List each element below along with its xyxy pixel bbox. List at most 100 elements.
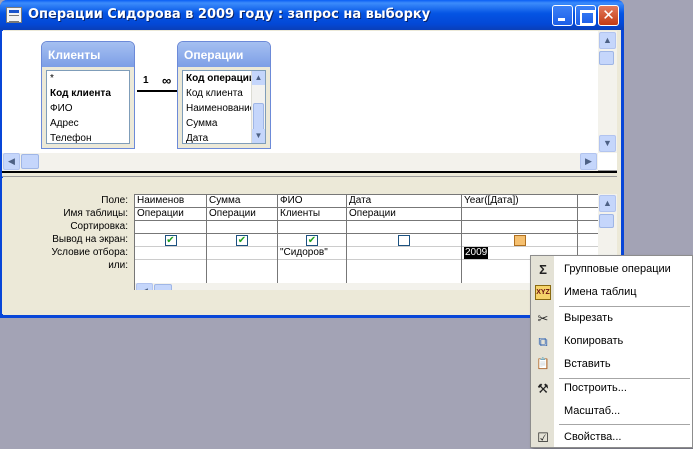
grid-field-cell[interactable]: Наименов	[135, 195, 206, 208]
scroll-left-icon[interactable]: ◀	[3, 153, 20, 170]
grid-column-2[interactable]: Сумма Операции ✔	[207, 195, 278, 283]
scroll-thumb[interactable]	[21, 154, 39, 169]
menu-item-totals[interactable]: Σ Групповые операции	[531, 258, 692, 281]
menu-separator	[559, 424, 690, 425]
maximize-button[interactable]	[575, 5, 596, 26]
xyz-table-names-icon: XYZ	[535, 285, 551, 300]
scroll-left-icon[interactable]: ◀	[136, 283, 153, 290]
scroll-up-icon[interactable]: ▲	[599, 195, 616, 212]
grid-column-4[interactable]: Дата Операции	[347, 195, 462, 283]
scroll-thumb[interactable]	[599, 214, 614, 228]
grid-hscrollbar[interactable]: ◀	[135, 283, 535, 290]
table-box-title[interactable]: Клиенты	[42, 42, 134, 67]
grid-field-cell[interactable]: Сумма	[207, 195, 277, 208]
grid-sort-cell[interactable]	[578, 221, 598, 234]
menu-item-properties[interactable]: ☑ Свойства...	[531, 426, 692, 449]
relation-many-label: ∞	[162, 73, 172, 88]
scroll-thumb[interactable]	[599, 51, 614, 65]
field-item[interactable]: ФИО	[47, 101, 129, 116]
field-item[interactable]: Адрес	[47, 116, 129, 131]
grid-table-cell[interactable]: Операции	[347, 208, 461, 221]
show-checkbox[interactable]	[513, 235, 526, 246]
menu-item-label: Построить...	[564, 382, 627, 394]
menu-item-zoom[interactable]: Масштаб...	[531, 400, 692, 423]
grid-sort-cell[interactable]	[135, 221, 206, 234]
menu-item-copy[interactable]: ⧉ Копировать	[531, 330, 692, 353]
menu-item-table-names[interactable]: XYZ Имена таблиц	[531, 281, 692, 304]
design-pane-vscrollbar[interactable]: ▲ ▼	[598, 31, 617, 153]
scroll-thumb[interactable]	[253, 103, 264, 131]
scroll-thumb[interactable]	[154, 284, 172, 290]
grid-sort-cell[interactable]	[278, 221, 346, 234]
design-pane-hscrollbar[interactable]: ◀ ▶	[2, 153, 598, 171]
selected-criteria-text[interactable]: 2009	[464, 247, 489, 259]
paste-icon: 📋	[536, 358, 550, 370]
grid-table-cell[interactable]	[462, 208, 577, 221]
grid-column-3[interactable]: ФИО Клиенты ✔ "Сидоров"	[278, 195, 347, 283]
field-list[interactable]: Код операции Код клиента Наименование Су…	[182, 70, 266, 144]
show-checkbox[interactable]: ✔	[236, 235, 248, 246]
query-grid-pane: Поле: Имя таблицы: Сортировка: Вывод на …	[2, 178, 617, 314]
grid-or-cell[interactable]	[207, 260, 277, 273]
grid-show-cell	[578, 234, 598, 247]
scroll-down-icon[interactable]: ▼	[599, 135, 616, 152]
grid-table-cell[interactable]: Операции	[207, 208, 277, 221]
table-design-pane[interactable]: Клиенты * Код клиента ФИО Адрес Телефон …	[2, 31, 617, 171]
field-item[interactable]: *	[47, 71, 129, 86]
grid-criteria-cell[interactable]	[207, 247, 277, 260]
scroll-up-icon[interactable]: ▲	[599, 32, 616, 49]
grid-field-cell[interactable]: Year([Дата])	[462, 195, 577, 208]
grid-field-cell[interactable]: Дата	[347, 195, 461, 208]
context-menu: Σ Групповые операции XYZ Имена таблиц ✂ …	[530, 255, 693, 448]
grid-sort-cell[interactable]	[347, 221, 461, 234]
table-box-operations[interactable]: Операции Код операции Код клиента Наимен…	[177, 41, 271, 149]
grid-show-cell: ✔	[207, 234, 277, 247]
pane-splitter[interactable]	[2, 171, 617, 177]
table-box-title[interactable]: Операции	[178, 42, 270, 67]
grid-field-cell[interactable]: ФИО	[278, 195, 346, 208]
field-list[interactable]: * Код клиента ФИО Адрес Телефон	[46, 70, 130, 144]
grid-column-1[interactable]: Наименов Операции ✔	[135, 195, 207, 283]
show-checkbox[interactable]: ✔	[164, 235, 177, 246]
row-label-field: Поле:	[101, 195, 128, 206]
grid-table-cell[interactable]: Клиенты	[278, 208, 346, 221]
grid-or-cell[interactable]	[278, 260, 346, 273]
field-item[interactable]: Телефон	[47, 131, 129, 143]
row-label-criteria: Условие отбора:	[51, 247, 128, 258]
grid-or-cell[interactable]	[135, 260, 206, 273]
scroll-right-icon[interactable]: ▶	[580, 153, 597, 170]
show-checkbox[interactable]	[398, 235, 410, 246]
menu-item-paste[interactable]: 📋 Вставить	[531, 353, 692, 376]
menu-item-cut[interactable]: ✂ Вырезать	[531, 307, 692, 330]
copy-icon: ⧉	[538, 334, 548, 349]
close-button[interactable]: ✕	[598, 5, 619, 26]
grid-show-cell: ✔	[278, 234, 346, 247]
relation-one-label: 1	[143, 75, 149, 86]
minimize-button[interactable]	[552, 5, 573, 26]
relationship-line[interactable]	[137, 90, 179, 92]
show-checkbox[interactable]: ✔	[306, 235, 318, 246]
zoom-icon	[535, 404, 551, 419]
row-label-sort: Сортировка:	[70, 221, 128, 232]
query-design-grid[interactable]: Наименов Операции ✔ Сумма Операции ✔ ФИО…	[134, 194, 598, 290]
table-box-clients[interactable]: Клиенты * Код клиента ФИО Адрес Телефон	[41, 41, 135, 149]
scroll-down-icon[interactable]: ▼	[252, 129, 265, 143]
grid-sort-cell[interactable]	[207, 221, 277, 234]
grid-criteria-cell[interactable]: "Сидоров"	[278, 247, 346, 260]
grid-table-cell[interactable]	[578, 208, 598, 221]
field-item-key[interactable]: Код клиента	[47, 86, 129, 101]
menu-item-build[interactable]: ⚒ Построить...	[531, 377, 692, 400]
grid-criteria-cell[interactable]	[347, 247, 461, 260]
title-bar[interactable]: Операции Сидорова в 2009 году : запрос н…	[0, 0, 624, 30]
properties-icon: ☑	[537, 430, 549, 445]
field-list-scrollbar[interactable]: ▲ ▼	[251, 71, 265, 143]
query-window-icon[interactable]	[6, 7, 22, 23]
scroll-up-icon[interactable]: ▲	[252, 71, 265, 85]
grid-or-cell[interactable]	[347, 260, 461, 273]
grid-table-cell[interactable]: Операции	[135, 208, 206, 221]
grid-criteria-cell[interactable]	[135, 247, 206, 260]
grid-field-cell[interactable]	[578, 195, 598, 208]
grid-sort-cell[interactable]	[462, 221, 577, 234]
row-label-table: Имя таблицы:	[63, 208, 128, 219]
close-icon: ✕	[602, 7, 615, 24]
